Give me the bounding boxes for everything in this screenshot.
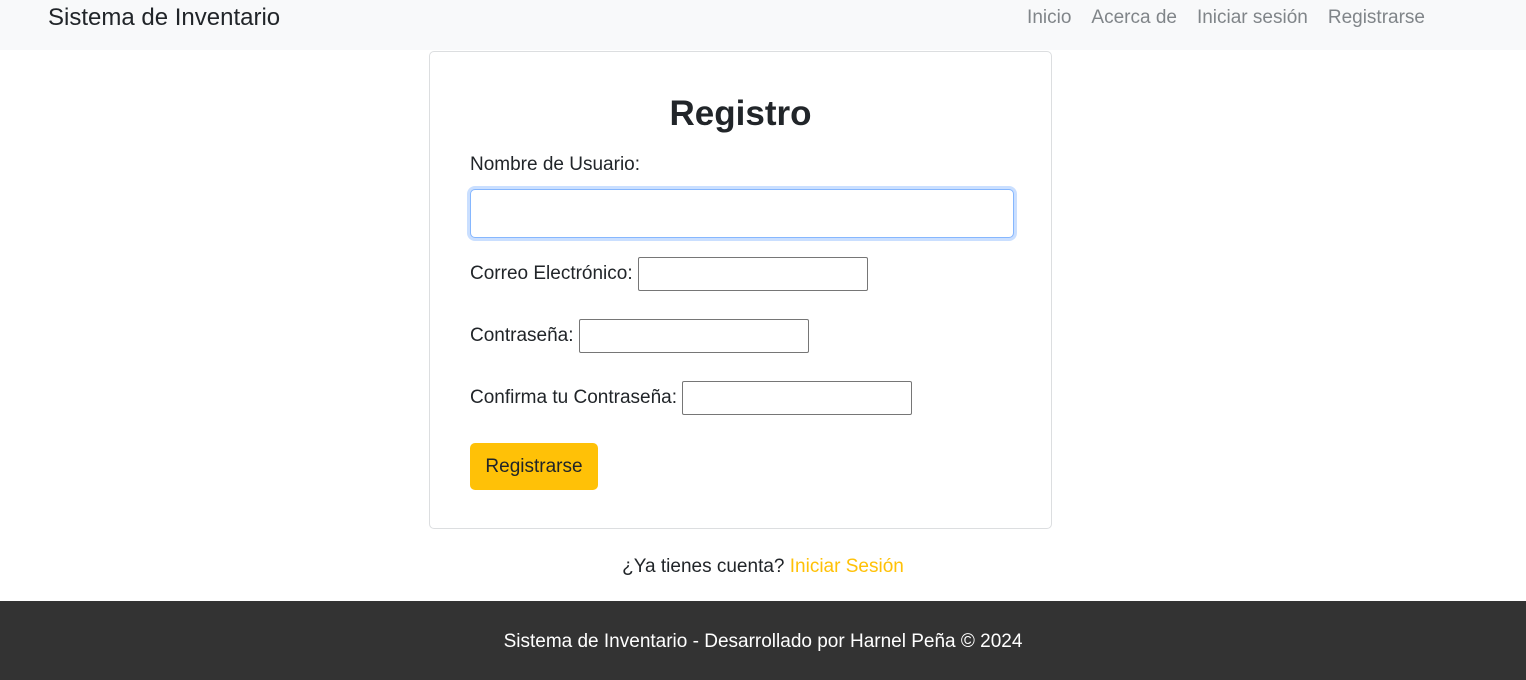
- footer-text: Sistema de Inventario - Desarrollado por…: [503, 631, 1023, 652]
- nav-link-inicio[interactable]: Inicio: [1027, 5, 1071, 31]
- username-label: Nombre de Usuario:: [470, 154, 641, 175]
- login-prompt: ¿Ya tienes cuenta? Iniciar Sesión: [0, 555, 1526, 579]
- confirm-password-field[interactable]: [682, 381, 912, 415]
- password-row: Contraseña:: [470, 319, 809, 353]
- login-prompt-text: ¿Ya tienes cuenta?: [622, 556, 785, 577]
- register-card: Registro Nombre de Usuario: Correo Elect…: [429, 51, 1052, 529]
- email-field[interactable]: [637, 257, 868, 291]
- footer: Sistema de Inventario - Desarrollado por…: [0, 601, 1526, 680]
- username-input[interactable]: [470, 189, 1014, 238]
- navbar: Sistema de Inventario Inicio Acerca de I…: [0, 0, 1526, 50]
- login-link[interactable]: Iniciar Sesión: [790, 556, 904, 577]
- email-label: Correo Electrónico:: [470, 263, 633, 284]
- password-label: Contraseña:: [470, 325, 574, 346]
- nav-link-registrarse[interactable]: Registrarse: [1328, 5, 1425, 31]
- confirm-password-row: Confirma tu Contraseña:: [470, 381, 912, 415]
- nav-link-acerca-de[interactable]: Acerca de: [1091, 5, 1177, 31]
- confirm-password-label: Confirma tu Contraseña:: [470, 387, 677, 408]
- nav-links: Inicio Acerca de Iniciar sesión Registra…: [1027, 5, 1425, 31]
- register-button[interactable]: Registrarse: [470, 443, 598, 490]
- navbar-brand[interactable]: Sistema de Inventario: [48, 3, 280, 33]
- page-title: Registro: [669, 94, 812, 133]
- email-row: Correo Electrónico:: [470, 257, 868, 291]
- nav-link-iniciar-sesion[interactable]: Iniciar sesión: [1197, 5, 1308, 31]
- password-field[interactable]: [578, 319, 809, 353]
